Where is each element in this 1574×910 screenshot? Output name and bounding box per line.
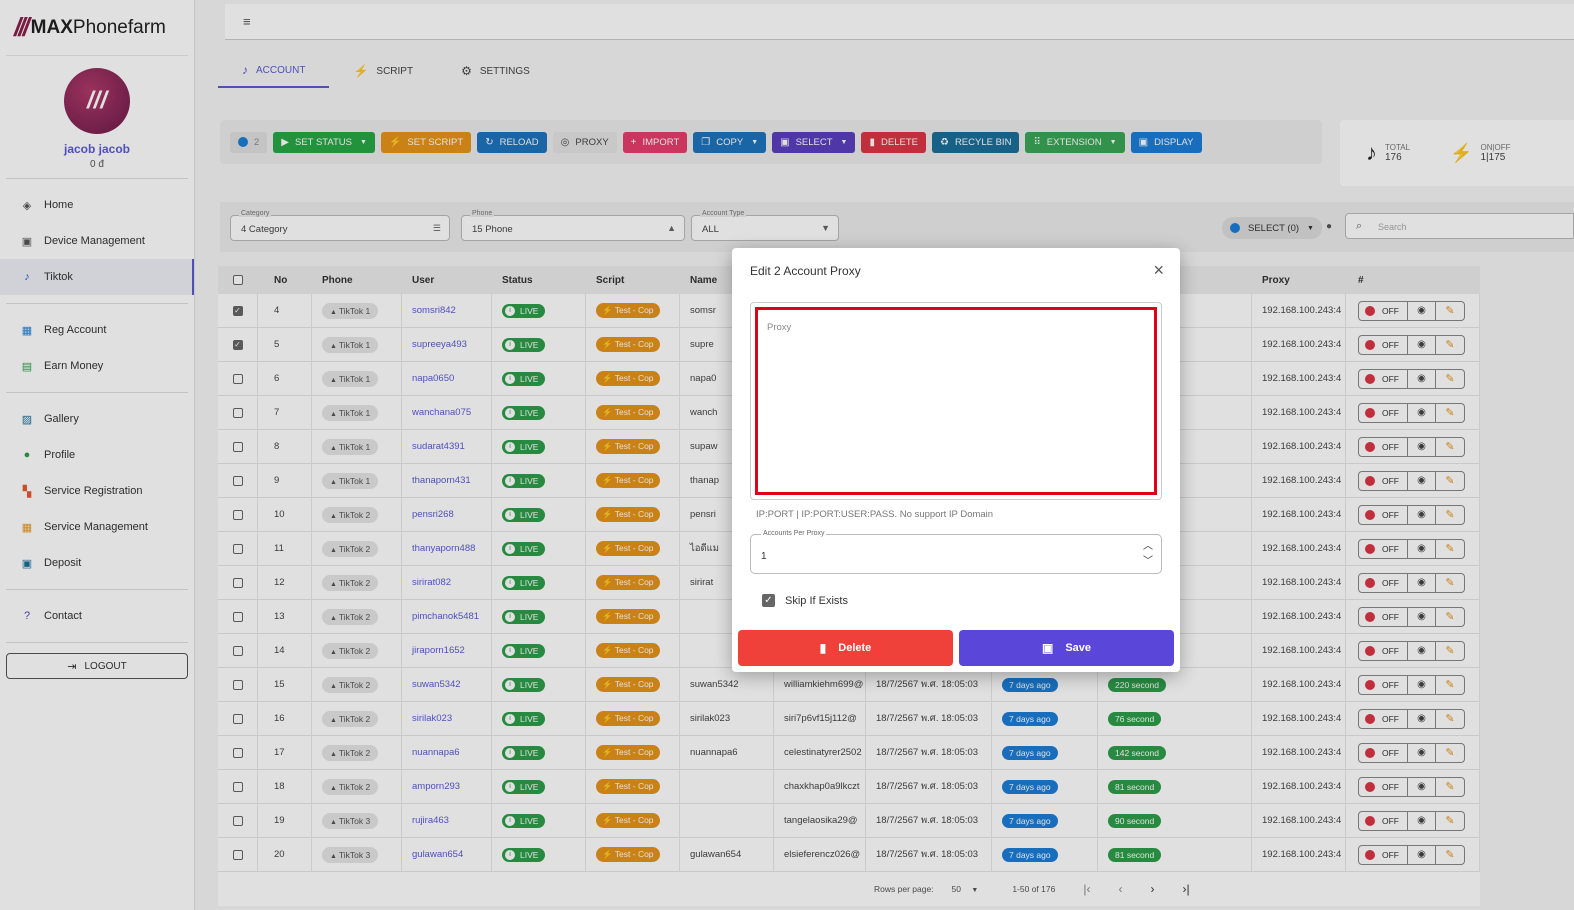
chevron-up-icon[interactable]: ︿ [1143,539,1153,554]
checkbox-checked-icon[interactable]: ✓ [762,594,775,607]
chevron-down-icon[interactable]: ﹀ [1143,554,1153,569]
proxy-textarea[interactable] [755,307,1157,495]
proxy-format-hint: IP:PORT | IP:PORT:USER:PASS. No support … [756,509,994,520]
accounts-per-proxy-field[interactable]: Accounts Per Proxy 1 ︿ ﹀ [750,530,1162,574]
trash-icon: ▮ [819,641,827,655]
close-icon[interactable]: × [1153,260,1164,281]
stepper[interactable]: ︿ ﹀ [1143,539,1153,569]
skip-if-exists-checkbox[interactable]: ✓ Skip If Exists [762,594,848,607]
delete-button[interactable]: ▮ Delete [738,630,953,666]
edit-proxy-dialog: Edit 2 Account Proxy × IP:PORT | IP:PORT… [732,248,1180,672]
save-icon: ▣ [1041,641,1054,655]
save-button[interactable]: ▣ Save [959,630,1174,666]
proxy-field-wrapper [750,302,1162,500]
dialog-title: Edit 2 Account Proxy [750,264,861,278]
